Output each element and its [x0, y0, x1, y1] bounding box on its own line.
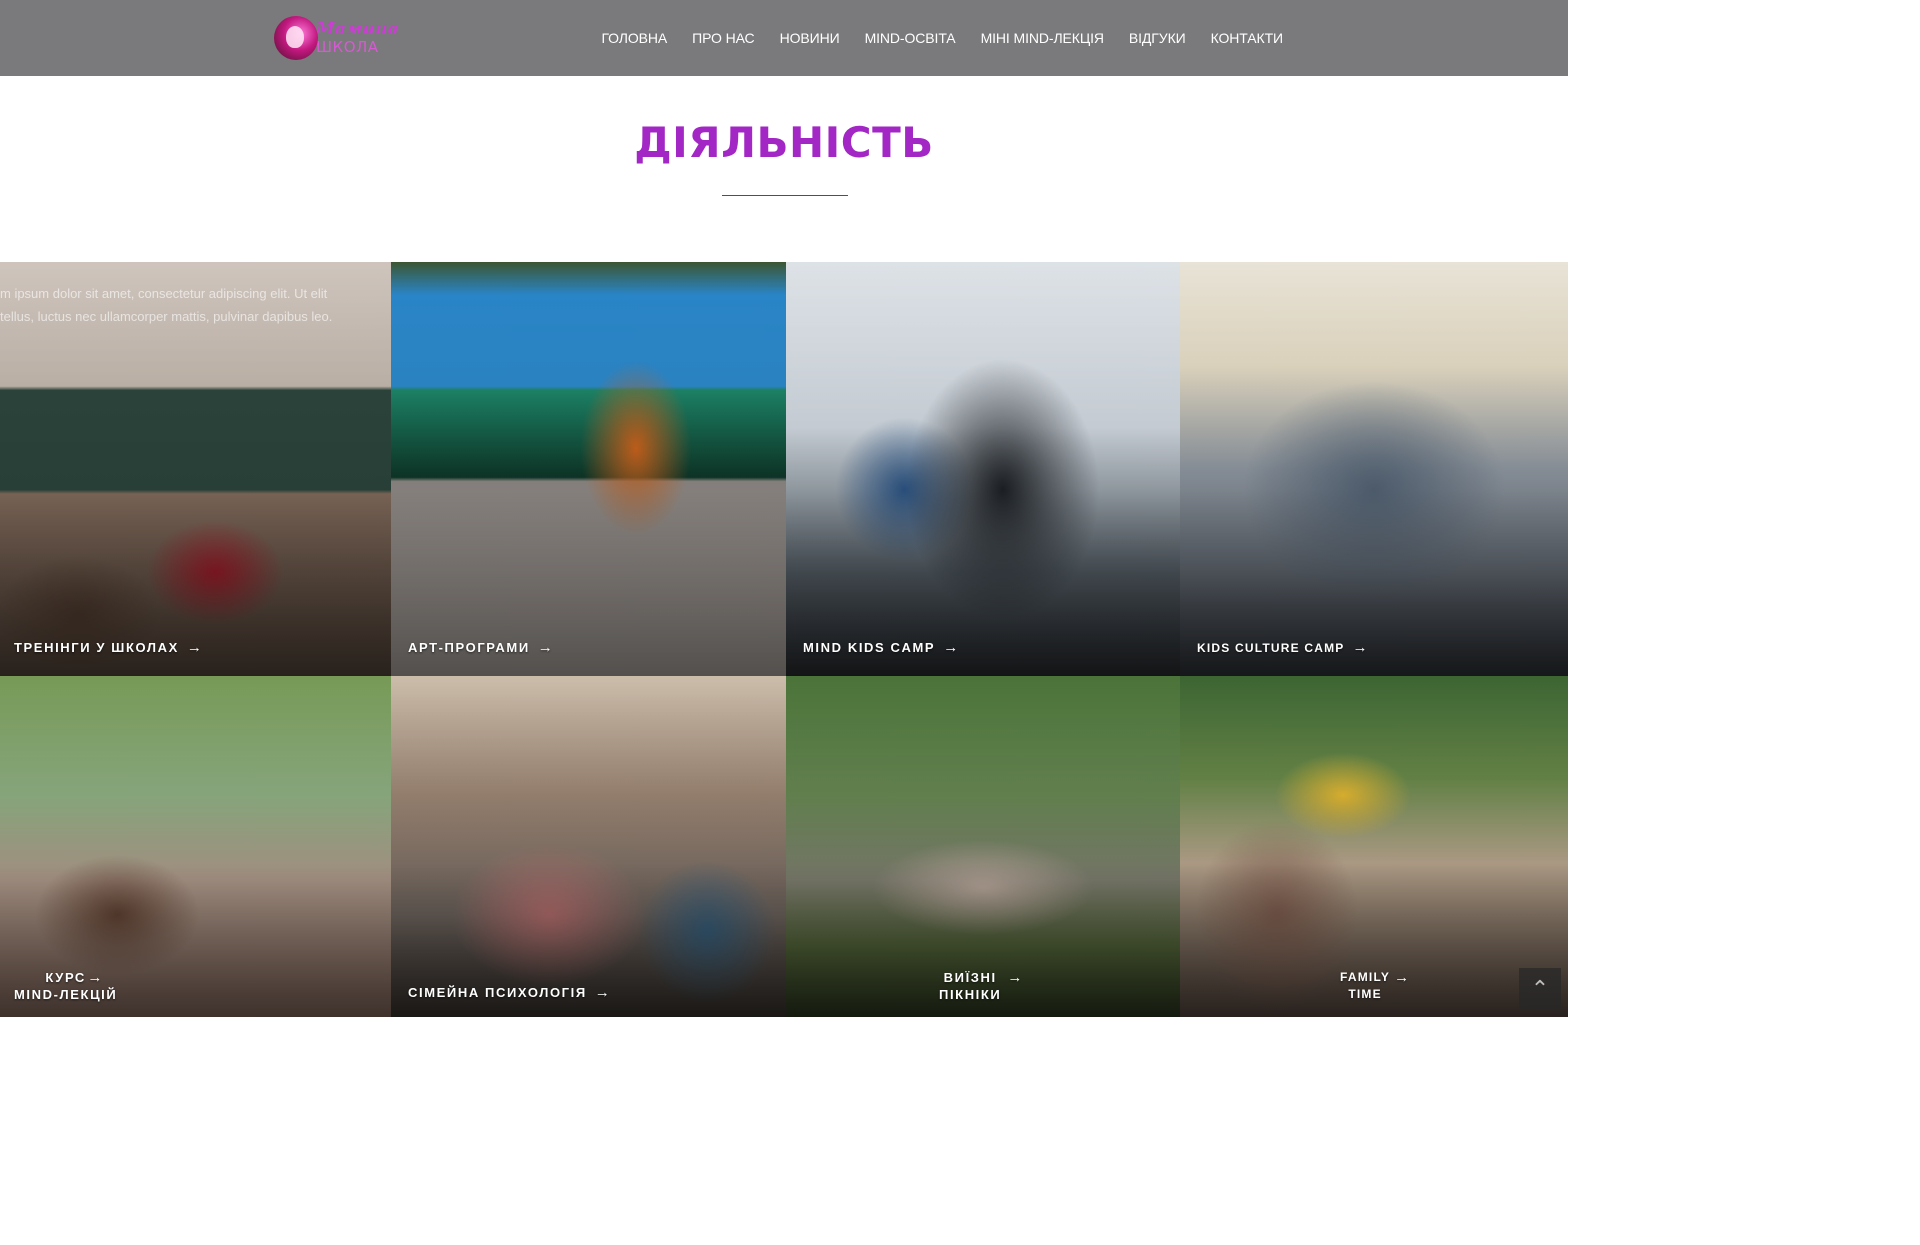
nav-item-about[interactable]: ПРО НАС	[680, 28, 767, 48]
nav-item-reviews[interactable]: ВІДГУКИ	[1116, 28, 1198, 48]
tile-caption[interactable]: СІМЕЙНА ПСИХОЛОГІЯ →	[408, 984, 610, 1001]
placeholder-text-line-1: m ipsum dolor sit amet, consectetur adip…	[0, 286, 328, 301]
arrow-right-icon: →	[1394, 969, 1410, 986]
placeholder-text-line-2: tellus, luctus nec ullamcorper mattis, p…	[0, 309, 333, 324]
tile-label: MIND KIDS CAMP	[803, 640, 936, 655]
activities-grid: m ipsum dolor sit amet, consectetur adip…	[0, 262, 1568, 1017]
tile-caption[interactable]: КУРС MIND-ЛЕКЦІЙ →	[14, 969, 116, 1003]
arrow-right-icon: →	[537, 639, 553, 656]
scroll-to-top-button[interactable]: ⌃	[1519, 968, 1561, 1010]
section-title: ДІЯЛЬНІСТЬ	[634, 118, 934, 167]
tile-family-time[interactable]: FAMILY TIME →	[1180, 676, 1568, 1017]
logo-mark-icon	[274, 16, 318, 60]
tile-outdoor-picnics[interactable]: ВИЇЗНІ ПІКНІКИ →	[786, 676, 1180, 1017]
tile-label: СІМЕЙНА ПСИХОЛОГІЯ	[408, 985, 587, 1000]
tile-school-trainings[interactable]: m ipsum dolor sit amet, consectetur adip…	[0, 262, 391, 676]
tile-caption[interactable]: MIND KIDS CAMP →	[803, 639, 958, 656]
tile-caption[interactable]: FAMILY TIME →	[1340, 969, 1409, 1003]
tile-label: FAMILY TIME	[1340, 970, 1391, 1001]
tile-caption[interactable]: KIDS CULTURE CAMP →	[1197, 639, 1368, 656]
arrow-right-icon: →	[594, 984, 610, 1001]
tile-label: KIDS CULTURE CAMP	[1197, 640, 1345, 655]
title-divider	[722, 195, 848, 196]
main-nav: ГОЛОВНА ПРО НАС НОВИНИ MIND-ОСВІТА МІНІ …	[589, 28, 1283, 48]
logo-wordmark: Мамина ШКОЛА	[316, 21, 399, 55]
placeholder-text: m ipsum dolor sit amet, consectetur adip…	[0, 282, 391, 328]
arrow-right-icon: →	[1007, 969, 1023, 986]
arrow-right-icon: →	[186, 639, 202, 656]
tile-art-programs[interactable]: АРТ-ПРОГРАМИ →	[391, 262, 786, 676]
site-logo[interactable]: Мамина ШКОЛА	[274, 14, 404, 62]
nav-item-mind-education[interactable]: MIND-ОСВІТА	[852, 28, 968, 48]
nav-item-news[interactable]: НОВИНИ	[767, 28, 852, 48]
logo-line-1: Мамина	[316, 19, 399, 39]
arrow-right-icon: →	[943, 639, 959, 656]
tile-label: ТРЕНІНГИ У ШКОЛАХ	[14, 640, 179, 655]
arrow-right-icon: →	[87, 969, 103, 986]
tile-label: ВИЇЗНІ ПІКНІКИ	[939, 970, 1002, 1002]
chevron-up-icon: ⌃	[1530, 976, 1550, 1001]
tile-family-psychology[interactable]: СІМЕЙНА ПСИХОЛОГІЯ →	[391, 676, 786, 1017]
tile-caption[interactable]: ВИЇЗНІ ПІКНІКИ →	[939, 969, 1022, 1003]
site-header: Мамина ШКОЛА ГОЛОВНА ПРО НАС НОВИНИ MIND…	[0, 0, 1568, 76]
tile-caption[interactable]: АРТ-ПРОГРАМИ →	[408, 639, 553, 656]
nav-item-mini-mind-lecture[interactable]: МІНІ MIND-ЛЕКЦІЯ	[968, 28, 1116, 48]
tile-mind-lecture-course[interactable]: КУРС MIND-ЛЕКЦІЙ →	[0, 676, 391, 1017]
tile-caption[interactable]: ТРЕНІНГИ У ШКОЛАХ →	[14, 639, 202, 656]
tile-kids-culture-camp[interactable]: KIDS CULTURE CAMP →	[1180, 262, 1568, 676]
tile-mind-kids-camp[interactable]: MIND KIDS CAMP →	[786, 262, 1180, 676]
logo-line-2: ШКОЛА	[316, 38, 379, 56]
tile-label: АРТ-ПРОГРАМИ	[408, 640, 530, 655]
nav-item-home[interactable]: ГОЛОВНА	[589, 28, 680, 48]
arrow-right-icon: →	[1352, 639, 1368, 656]
nav-item-contacts[interactable]: КОНТАКТИ	[1198, 28, 1284, 48]
